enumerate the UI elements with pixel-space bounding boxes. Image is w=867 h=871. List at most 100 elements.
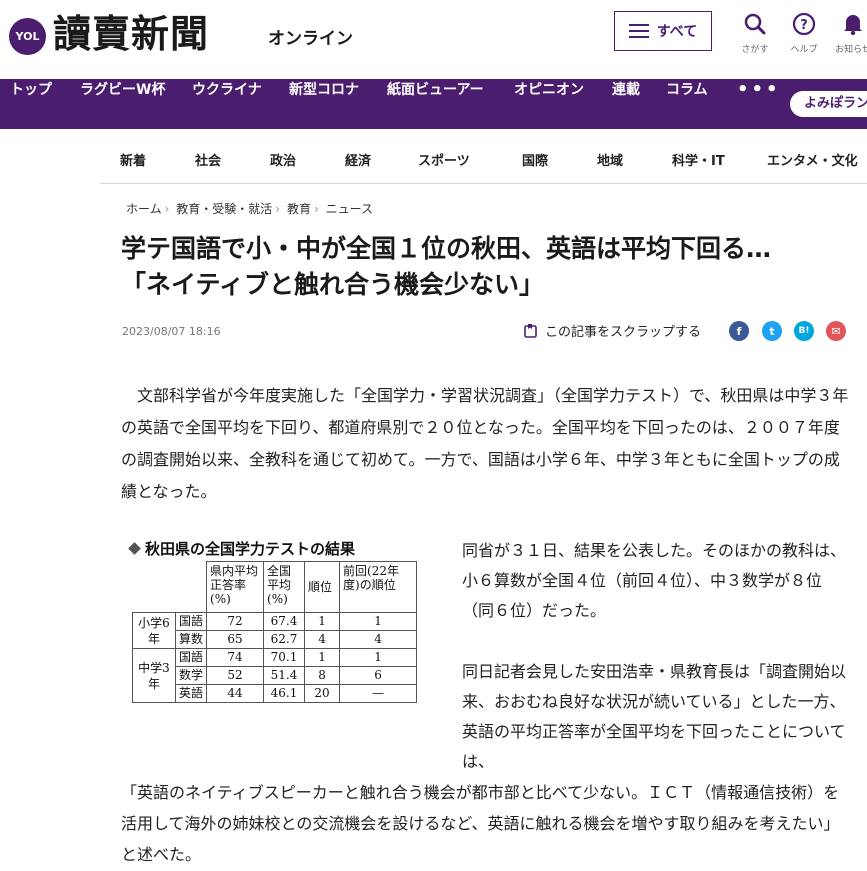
main-nav: トップ ラグビーW杯 ウクライナ 新型コロナ 紙面ビューアー オピニオン 連載 …: [0, 79, 867, 129]
yol-logo-badge[interactable]: YOL: [9, 18, 46, 55]
pref-cell: 72: [206, 612, 265, 631]
group-label: 中学3年: [132, 648, 176, 703]
article-paragraph-4: 「英語のネイティブスピーカーと触れ合う機会が都市部と比べて少ない。ＩＣＴ（情報通…: [121, 783, 840, 864]
pref-cell: 52: [206, 666, 265, 685]
nav-viewer[interactable]: 紙面ビューアー: [387, 79, 484, 129]
subnav-economy[interactable]: 経済: [345, 150, 371, 169]
search-label: さがす: [741, 45, 769, 55]
table-row: 小学6年 国語 72 67.4 1 1: [132, 612, 418, 649]
rank-cell: 1: [304, 648, 341, 667]
subject-cell: 国語: [174, 648, 208, 667]
nav-opinion[interactable]: オピニオン: [514, 79, 584, 129]
table-row: 中学3年 国語 74 70.1 1 1: [132, 648, 418, 703]
prev-cell: 4: [339, 630, 418, 649]
national-cell: 46.1: [263, 684, 306, 703]
table-row: 英語 44 46.1 20 —: [133, 684, 418, 703]
subnav-society[interactable]: 社会: [195, 150, 221, 169]
rank-cell: 4: [304, 630, 341, 649]
nav-serial[interactable]: 連載: [612, 79, 640, 129]
svg-text:?: ?: [800, 18, 808, 33]
header-rank: 順位: [304, 561, 341, 613]
pref-cell: 65: [206, 630, 265, 649]
header-national-avg: 全国平均(%): [263, 561, 306, 613]
article-title-line1: 学テ国語で小・中が全国１位の秋田、英語は平均下回る…: [121, 234, 772, 263]
results-table: 県内平均正答率(%) 全国平均(%) 順位 前回(22年度)の順位 小学6年 国…: [132, 561, 418, 703]
subnav-local[interactable]: 地域: [597, 150, 623, 169]
yomiplus-button[interactable]: よみぽラン: [790, 91, 867, 117]
help-label: ヘルプ: [790, 45, 818, 55]
header-prev-rank: 前回(22年度)の順位: [339, 561, 418, 613]
national-cell: 51.4: [263, 666, 306, 685]
national-cell: 62.7: [263, 630, 306, 649]
article-date: 2023/08/07 18:16: [122, 325, 221, 338]
nav-ukraine[interactable]: ウクライナ: [192, 79, 262, 129]
rank-cell: 8: [304, 666, 341, 685]
breadcrumb-education[interactable]: 教育: [287, 202, 311, 216]
subject-cell: 英語: [174, 684, 208, 703]
subject-cell: 国語: [174, 612, 208, 631]
twitter-share-icon[interactable]: t: [762, 321, 782, 341]
breadcrumb-news[interactable]: ニュース: [326, 202, 373, 216]
national-cell: 67.4: [263, 612, 306, 631]
results-figure: 秋田県の全国学力テストの結果 県内平均正答率(%) 全国平均(%) 順位 前回(…: [127, 537, 439, 733]
subnav-entertainment[interactable]: エンタメ・文化: [767, 150, 858, 169]
chevron-right-icon: ›: [275, 202, 281, 216]
subnav-world[interactable]: 国際: [522, 150, 548, 169]
table-row: 算数 65 62.7 4 4: [133, 630, 418, 649]
search-button[interactable]: さがす: [730, 12, 780, 55]
figure-title-text: 秋田県の全国学力テストの結果: [145, 540, 356, 558]
article-paragraph-2: 同省が３１日、結果を公表した。そのほかの教科は、小６算数が全国４位（前回４位）、…: [462, 541, 847, 620]
nav-corona[interactable]: 新型コロナ: [289, 79, 359, 129]
notifications-label: お知らせ: [835, 45, 867, 55]
pref-cell: 74: [206, 648, 265, 667]
breadcrumb: ホーム › 教育・受験・就活 › 教育 › ニュース: [126, 200, 373, 217]
prev-cell: 1: [339, 612, 418, 631]
facebook-share-icon[interactable]: f: [729, 321, 749, 341]
prev-cell: 1: [339, 648, 418, 667]
group-label: 小学6年: [132, 612, 176, 649]
prev-cell: 6: [339, 666, 418, 685]
article-paragraph-1: 文部科学省が今年度実施した「全国学力・学習状況調査」（全国学力テスト）で、秋田県…: [121, 386, 849, 501]
figure-title: 秋田県の全国学力テストの結果: [127, 537, 439, 561]
subnav-divider: [100, 183, 867, 184]
nav-top[interactable]: トップ: [10, 79, 52, 129]
all-menu-button[interactable]: すべて: [614, 11, 712, 51]
subnav-sports[interactable]: スポーツ: [418, 150, 470, 169]
nav-more-icon[interactable]: •••: [737, 79, 781, 129]
table-row: 数学 52 51.4 8 6: [133, 666, 418, 685]
nav-rugby[interactable]: ラグビーW杯: [80, 79, 165, 129]
site-header: YOL 讀賣新聞 オンライン すべて さがす ? ヘルプ お知らせ: [0, 0, 867, 79]
site-logo[interactable]: 讀賣新聞: [53, 6, 209, 62]
prev-cell: —: [339, 684, 418, 703]
hamburger-icon: [628, 24, 649, 38]
breadcrumb-home[interactable]: ホーム: [126, 202, 162, 216]
breadcrumb-education-category[interactable]: 教育・受験・就活: [176, 202, 272, 216]
mail-share-icon[interactable]: ✉: [826, 321, 846, 341]
subnav-politics[interactable]: 政治: [270, 150, 296, 169]
article-title-line2: 「ネイティブと触れ合う機会少ない」: [121, 270, 545, 299]
diamond-bullet-icon: [128, 542, 141, 555]
chevron-right-icon: ›: [313, 202, 319, 216]
subject-cell: 算数: [174, 630, 208, 649]
subnav-science[interactable]: 科学・IT: [672, 150, 725, 169]
notifications-button[interactable]: お知らせ: [828, 12, 867, 55]
rank-cell: 20: [304, 684, 341, 703]
article-title: 学テ国語で小・中が全国１位の秋田、英語は平均下回る… 「ネイティブと触れ合う機会…: [121, 231, 851, 303]
subnav-new[interactable]: 新着: [120, 150, 146, 169]
hatena-share-icon[interactable]: B!: [794, 321, 814, 341]
search-icon: [730, 12, 780, 36]
article-paragraph-3: 同日記者会見した安田浩幸・県教育長は「調査開始以来、おおむね良好な状況が続いてい…: [462, 662, 847, 771]
scrap-label: この記事をスクラップする: [545, 325, 702, 340]
rank-cell: 1: [304, 612, 341, 631]
nav-column[interactable]: コラム: [666, 79, 708, 129]
pref-cell: 44: [206, 684, 265, 703]
subject-cell: 数学: [174, 666, 208, 685]
scrap-icon: [524, 323, 537, 338]
help-button[interactable]: ? ヘルプ: [779, 12, 829, 55]
scrap-button[interactable]: この記事をスクラップする: [523, 321, 701, 340]
help-icon: ?: [779, 12, 829, 36]
chevron-right-icon: ›: [164, 202, 170, 216]
site-logo-sub[interactable]: オンライン: [268, 24, 353, 49]
table-corner: [133, 562, 207, 613]
sub-nav: 新着 社会 政治 経済 スポーツ 国際 地域 科学・IT エンタメ・文化: [0, 150, 867, 184]
